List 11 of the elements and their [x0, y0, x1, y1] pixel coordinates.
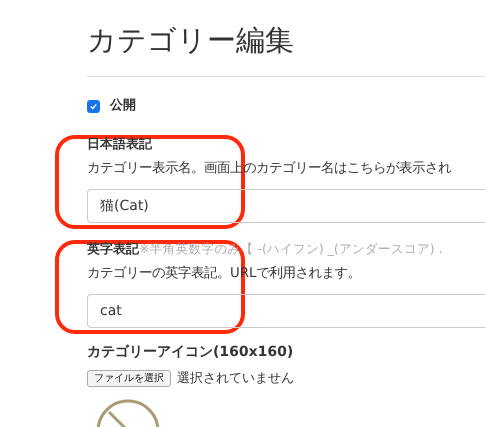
text-field[interactable]: 猫(Cat) — [87, 188, 485, 223]
field-label: 日本語表記 — [87, 136, 152, 154]
checkbox[interactable] — [87, 100, 100, 112]
section-label: カテゴリーアイコン(160x160) — [87, 342, 294, 362]
field-label: 英字表記 — [87, 240, 139, 259]
file-status: 選択されていません — [177, 370, 294, 388]
file-select-button[interactable]: ファイルを選択 — [87, 370, 171, 388]
check-icon — [89, 102, 98, 110]
text-field[interactable]: cat — [87, 294, 485, 328]
page-title: カテゴリー編集 — [87, 22, 295, 59]
checkbox-label: 公開 — [110, 97, 136, 116]
